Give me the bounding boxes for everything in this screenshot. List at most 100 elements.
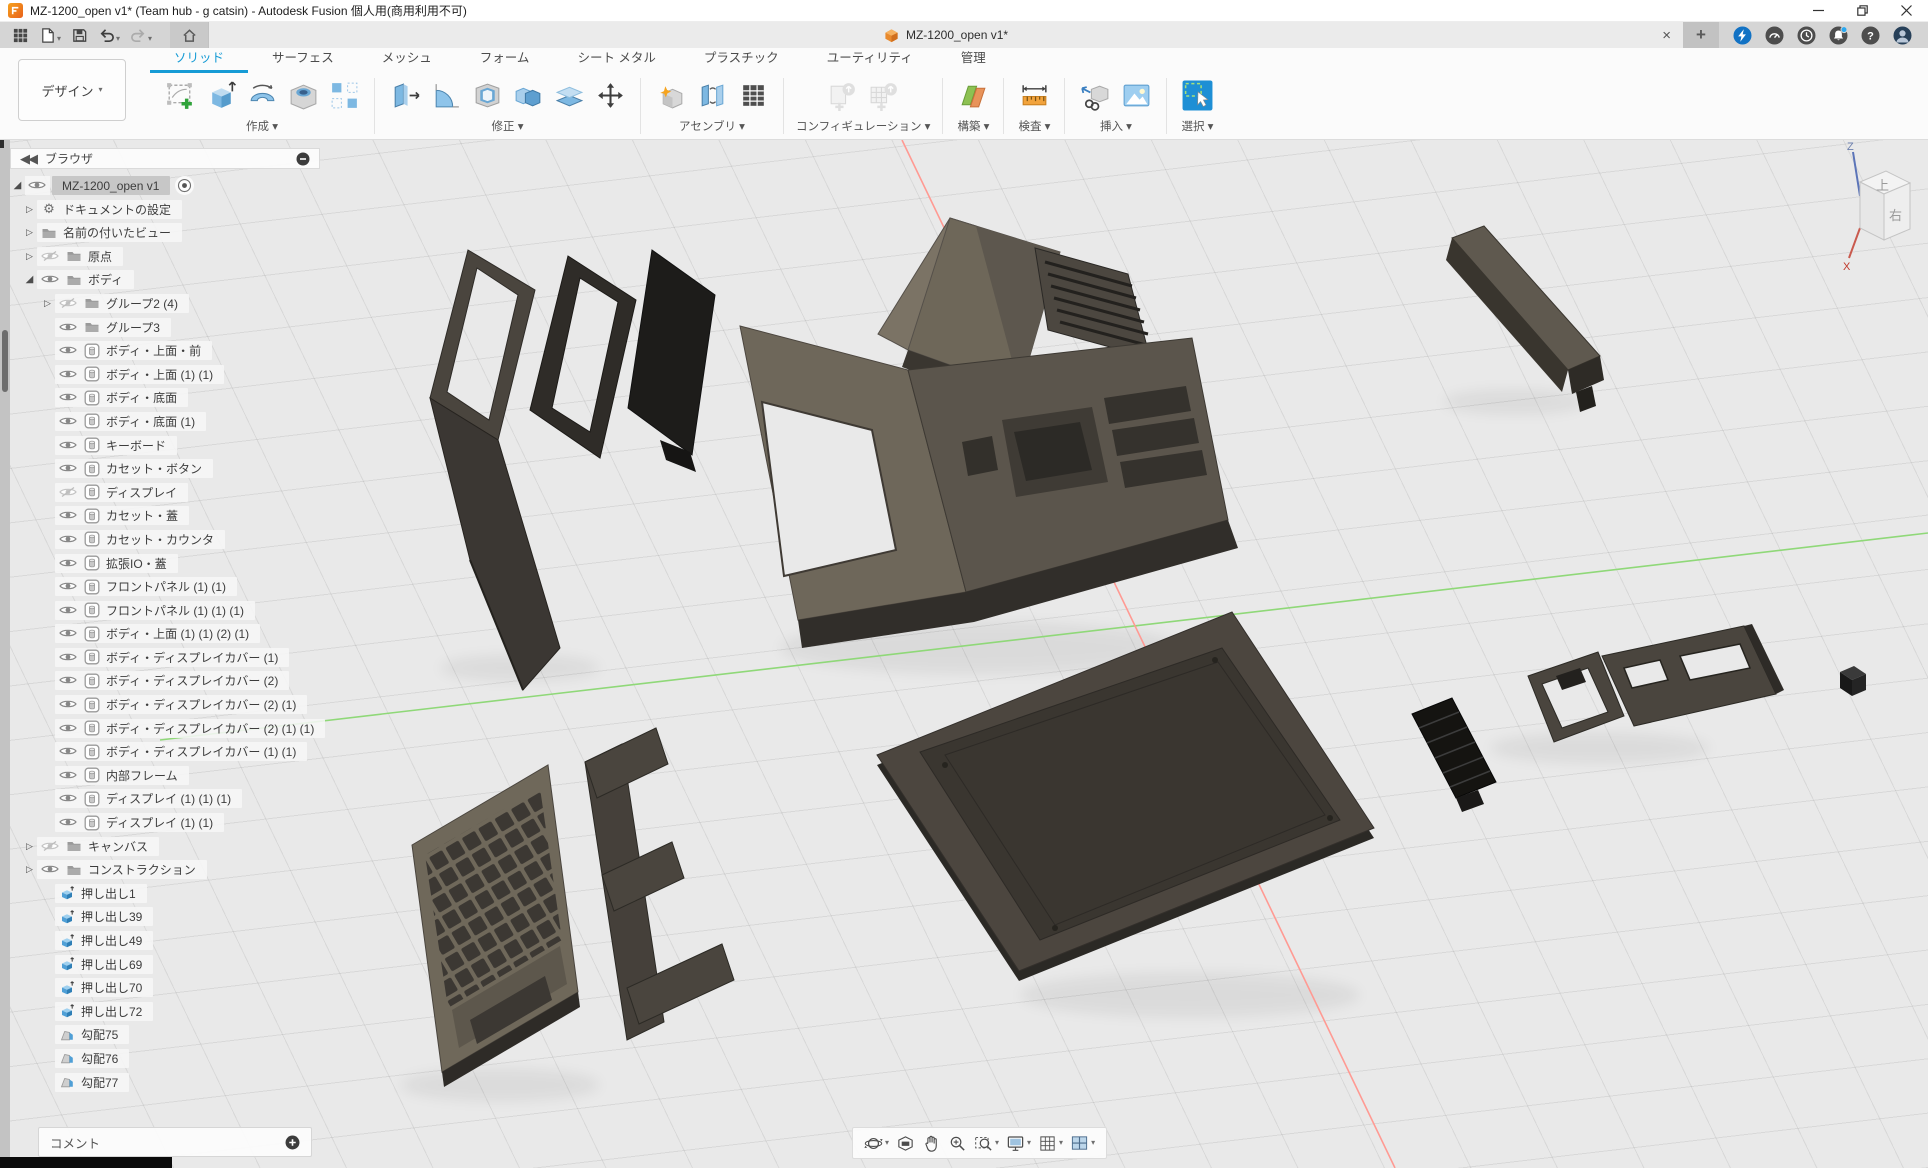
display-settings-button[interactable]: ▾: [1006, 1134, 1031, 1153]
eye-icon[interactable]: [59, 557, 78, 570]
browser-item[interactable]: フロントパネル (1) (1): [10, 577, 320, 596]
browser-item[interactable]: フロントパネル (1) (1) (1): [10, 601, 320, 620]
browser-item-chip[interactable]: ボディ・底面 (1): [55, 412, 206, 431]
eye-icon[interactable]: [41, 863, 60, 876]
browser-item-chip[interactable]: 押し出し72: [55, 1002, 153, 1021]
activate-component-radio[interactable]: [175, 176, 194, 195]
ribbon-tab-ソリッド[interactable]: ソリッド: [150, 47, 248, 73]
browser-item-chip[interactable]: フロントパネル (1) (1) (1): [55, 601, 255, 620]
new-component-button[interactable]: [653, 77, 689, 115]
minimize-button[interactable]: [1796, 0, 1840, 21]
browser-item[interactable]: カセット・ボタン: [10, 459, 320, 478]
browser-item[interactable]: ▷グループ2 (4): [10, 294, 320, 313]
eye-icon[interactable]: [28, 179, 47, 192]
extensions-icon[interactable]: [1733, 26, 1752, 45]
browser-item-chip[interactable]: 押し出し1: [55, 884, 147, 903]
browser-item-chip[interactable]: ボディ・ディスプレイカバー (2) (1) (1): [55, 719, 325, 738]
browser-item[interactable]: ボディ・ディスプレイカバー (1) (1): [10, 742, 320, 761]
zoom-button[interactable]: [948, 1134, 967, 1153]
config-insert-button[interactable]: [825, 77, 861, 115]
browser-item-chip[interactable]: フロントパネル (1) (1): [55, 577, 237, 596]
insert-image-button[interactable]: [1118, 77, 1154, 115]
notifications-icon[interactable]: [1829, 26, 1848, 45]
ribbon-tab-ユーティリティ[interactable]: ユーティリティ: [803, 47, 937, 73]
eye-icon[interactable]: [59, 627, 78, 640]
help-icon[interactable]: ?: [1861, 26, 1880, 45]
eye-icon[interactable]: [59, 321, 78, 334]
browser-item[interactable]: グループ3: [10, 318, 320, 337]
eye-off-icon[interactable]: [59, 486, 78, 499]
browser-item[interactable]: 勾配76: [10, 1049, 320, 1068]
browser-item-chip[interactable]: 勾配75: [55, 1025, 129, 1044]
grid-settings-button[interactable]: ▾: [1038, 1134, 1063, 1153]
browser-item-chip[interactable]: カセット・蓋: [55, 506, 189, 525]
group-dropdown-挿入[interactable]: 挿入 ▾: [1100, 117, 1132, 139]
browser-item-chip[interactable]: 名前の付いたビュー: [37, 223, 182, 242]
shell-button[interactable]: [469, 77, 505, 115]
ribbon-tab-メッシュ[interactable]: メッシュ: [358, 47, 456, 73]
ribbon-tab-管理[interactable]: 管理: [937, 47, 1010, 73]
redo-button[interactable]: ▾: [126, 25, 156, 46]
ribbon-tab-シート メタル[interactable]: シート メタル: [553, 47, 679, 73]
disclosure-collapsed-icon[interactable]: ▷: [22, 841, 37, 852]
browser-item-chip[interactable]: ボディ・上面 (1) (1) (2) (1): [55, 624, 260, 643]
browser-item[interactable]: ボディ・ディスプレイカバー (2) (1): [10, 695, 320, 714]
disclosure-collapsed-icon[interactable]: ▷: [22, 864, 37, 875]
browser-item[interactable]: ▷名前の付いたビュー: [10, 223, 320, 242]
pattern-button[interactable]: [326, 77, 362, 115]
add-comment-icon[interactable]: [285, 1135, 300, 1150]
zoom-fit-button[interactable]: ▾: [974, 1134, 999, 1153]
browser-item[interactable]: 内部フレーム: [10, 766, 320, 785]
collapse-panel-icon[interactable]: ◀◀: [20, 153, 36, 165]
ribbon-tab-プラスチック[interactable]: プラスチック: [680, 47, 803, 73]
browser-item[interactable]: ◢ボディ: [10, 270, 320, 289]
browser-item[interactable]: ▷キャンバス: [10, 837, 320, 856]
comment-bar[interactable]: コメント: [38, 1127, 312, 1157]
disclosure-expanded-icon[interactable]: ◢: [10, 180, 25, 191]
joint-origin-button[interactable]: [735, 77, 771, 115]
browser-item-chip[interactable]: ボディ・ディスプレイカバー (1) (1): [55, 742, 307, 761]
viewports-button[interactable]: ▾: [1070, 1134, 1095, 1153]
group-dropdown-コンフィギュレーション[interactable]: コンフィギュレーション ▾: [796, 117, 930, 139]
fillet-button[interactable]: [428, 77, 464, 115]
save-button[interactable]: [67, 25, 92, 46]
browser-item-chip[interactable]: 内部フレーム: [55, 766, 189, 785]
hole-button[interactable]: [285, 77, 321, 115]
browser-item[interactable]: ディスプレイ (1) (1): [10, 813, 320, 832]
browser-item-chip[interactable]: キーボード: [55, 436, 177, 455]
browser-item[interactable]: 押し出し70: [10, 978, 320, 997]
app-menu-button[interactable]: [8, 25, 33, 46]
browser-item[interactable]: 勾配77: [10, 1073, 320, 1092]
browser-item[interactable]: ボディ・上面・前: [10, 341, 320, 360]
browser-item-chip[interactable]: ボディ・ディスプレイカバー (1): [55, 648, 289, 667]
eye-icon[interactable]: [59, 462, 78, 475]
job-status-icon[interactable]: [1765, 26, 1784, 45]
disclosure-expanded-icon[interactable]: ◢: [22, 274, 37, 285]
browser-item-chip[interactable]: グループ2 (4): [55, 294, 189, 313]
eye-icon[interactable]: [59, 816, 78, 829]
close-document-icon[interactable]: ×: [1662, 28, 1671, 43]
browser-item-chip[interactable]: ディスプレイ (1) (1) (1): [55, 789, 242, 808]
group-dropdown-構築[interactable]: 構築 ▾: [957, 117, 989, 139]
eye-icon[interactable]: [41, 273, 60, 286]
history-icon[interactable]: [1797, 26, 1816, 45]
measure-button[interactable]: [1016, 77, 1052, 115]
home-tab-button[interactable]: [170, 22, 208, 48]
browser-item[interactable]: キーボード: [10, 436, 320, 455]
browser-item[interactable]: 勾配75: [10, 1025, 320, 1044]
browser-item[interactable]: ボディ・ディスプレイカバー (2): [10, 671, 320, 690]
browser-item-chip[interactable]: ボディ・底面: [55, 388, 188, 407]
browser-item-chip[interactable]: コンストラクション: [37, 860, 207, 879]
disclosure-collapsed-icon[interactable]: ▷: [22, 227, 37, 238]
eye-icon[interactable]: [59, 415, 78, 428]
browser-item[interactable]: 拡張IO・蓋: [10, 554, 320, 573]
move-button[interactable]: [592, 77, 628, 115]
eye-icon[interactable]: [59, 698, 78, 711]
profile-icon[interactable]: [1893, 26, 1912, 45]
browser-item-chip[interactable]: 原点: [37, 247, 123, 266]
browser-item[interactable]: ボディ・ディスプレイカバー (1): [10, 648, 320, 667]
browser-item-chip[interactable]: 押し出し49: [55, 931, 153, 950]
browser-item-chip[interactable]: 勾配76: [55, 1049, 129, 1068]
browser-item-chip[interactable]: カセット・カウンタ: [55, 530, 225, 549]
browser-item-chip[interactable]: カセット・ボタン: [55, 459, 213, 478]
